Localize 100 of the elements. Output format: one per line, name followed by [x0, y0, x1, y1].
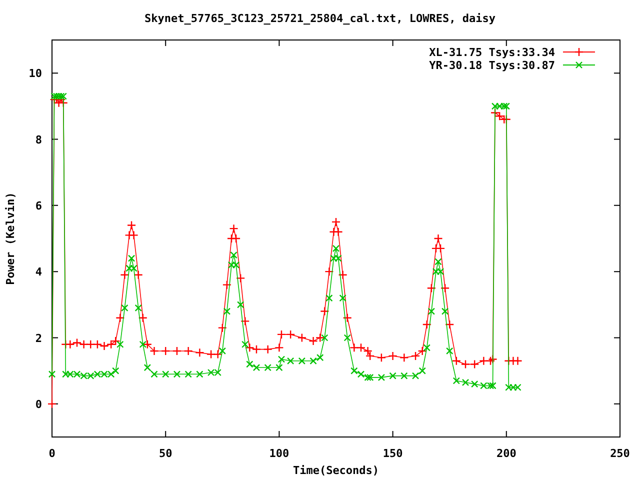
data-point [134, 270, 143, 280]
data-point [470, 360, 480, 369]
data-point [138, 313, 148, 322]
data-point [441, 308, 449, 315]
data-point [100, 341, 109, 351]
data-point [111, 336, 120, 346]
data-point [376, 353, 386, 362]
data-point [184, 370, 192, 378]
data-point [184, 346, 193, 356]
data-point [488, 354, 498, 364]
data-point [128, 254, 136, 262]
data-point [298, 357, 306, 365]
x-axis-label: Time(Seconds) [292, 464, 380, 477]
data-point [388, 351, 398, 361]
data-point [378, 374, 386, 382]
data-point [172, 346, 182, 356]
data-point [286, 330, 296, 340]
data-point [308, 336, 318, 346]
data-point [263, 344, 272, 354]
data-point [142, 340, 152, 349]
data-point [236, 274, 246, 283]
x-tick-label: 250 [610, 447, 630, 460]
data-point [129, 230, 138, 240]
data-point [195, 348, 204, 358]
data-point [297, 333, 307, 342]
x-tick-label: 200 [496, 447, 516, 460]
x-tick-label: 50 [158, 447, 172, 460]
data-point [356, 343, 366, 352]
data-point [162, 370, 170, 378]
y-tick-label: 10 [28, 67, 42, 80]
legend-label: XL-31.75 Tsys:33.34 [429, 46, 555, 59]
data-point [92, 340, 102, 349]
data-point [334, 227, 343, 236]
data-point [276, 330, 286, 340]
chart-title: Skynet_57765_3C123_25721_25804_cal.txt, LOWRES, daisy [144, 12, 496, 25]
data-point [452, 356, 462, 366]
data-point [410, 351, 420, 361]
data-point [339, 294, 346, 302]
data-point [106, 340, 116, 349]
data-point [486, 356, 496, 366]
data-point [245, 343, 254, 352]
y-tick-label: 6 [35, 199, 42, 212]
data-point [222, 280, 232, 290]
data-point [66, 340, 75, 349]
data-point [223, 308, 231, 315]
data-point [344, 334, 351, 342]
data-point [240, 316, 250, 326]
y-tick-label: 2 [35, 332, 42, 345]
data-point [48, 370, 56, 378]
data-point [350, 343, 359, 352]
data-point [363, 346, 372, 356]
data-point [47, 399, 57, 409]
data-point [342, 313, 352, 322]
data-point [173, 370, 181, 378]
data-point [365, 351, 375, 361]
data-point [422, 320, 432, 330]
data-point [326, 294, 333, 302]
data-point [72, 338, 82, 348]
data-point [218, 323, 227, 332]
data-point [230, 251, 238, 259]
data-point [116, 313, 125, 322]
y-axis-label: Power (Kelvin) [4, 192, 17, 285]
data-point [445, 320, 454, 330]
data-point [320, 306, 330, 316]
data-point [434, 234, 443, 244]
data-point [389, 372, 396, 380]
data-point [434, 258, 442, 266]
data-point [161, 346, 170, 356]
data-point [126, 220, 136, 230]
data-point [513, 356, 522, 366]
data-point [436, 244, 446, 254]
data-point [460, 360, 470, 369]
y-tick-label: 8 [35, 133, 42, 146]
x-tick-label: 100 [269, 447, 290, 460]
data-point [150, 346, 159, 356]
data-point [86, 340, 96, 349]
y-tick-label: 4 [35, 266, 42, 279]
data-point [196, 370, 204, 378]
x-tick-label: 0 [48, 447, 56, 460]
x-tick-label: 150 [382, 447, 403, 460]
data-point [120, 270, 130, 280]
data-point [331, 217, 341, 227]
legend-label: YR-30.18 Tsys:30.87 [429, 59, 555, 72]
data-point [252, 344, 262, 354]
data-point [440, 284, 450, 293]
data-point [400, 353, 409, 362]
data-point [213, 350, 222, 359]
data-point [418, 346, 427, 356]
data-point [426, 284, 436, 293]
data-point [229, 224, 238, 234]
data-point [79, 340, 88, 349]
data-point [264, 364, 272, 372]
data-point [236, 301, 244, 308]
data-point [494, 112, 504, 121]
data-point [231, 234, 241, 244]
data-point [479, 356, 488, 366]
data-point [338, 270, 348, 280]
data-point [428, 308, 436, 315]
data-point [324, 266, 334, 276]
data-point [316, 333, 325, 342]
